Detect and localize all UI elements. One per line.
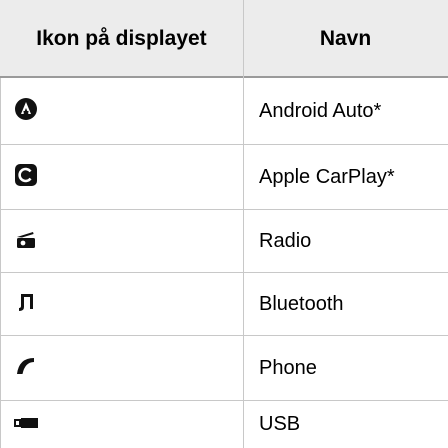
table-row-icon-cell — [0, 273, 243, 335]
apple-carplay-icon — [14, 163, 38, 192]
table-row-name: USB — [259, 413, 301, 435]
android-auto-icon — [14, 97, 38, 126]
header-name-column: Navn — [243, 0, 448, 77]
table-row-name: Android Auto* — [259, 99, 382, 122]
table-row-name: Apple CarPlay* — [259, 165, 395, 188]
header-icon-column: Ikon på displayet — [0, 0, 243, 77]
phone-icon — [14, 354, 38, 383]
table-row-icon-cell — [0, 145, 243, 209]
table-row-icon-cell — [0, 210, 243, 272]
table-row-icon-cell — [0, 336, 243, 400]
table-row-icon-cell — [0, 401, 243, 448]
table-row-name: Bluetooth — [259, 292, 344, 315]
table-row-name: Phone — [259, 356, 317, 379]
icon-table: Ikon på displayet Navn Android Auto* App… — [0, 0, 448, 448]
radio-icon — [14, 227, 38, 256]
bluetooth-music-icon — [14, 290, 38, 319]
table-row-icon-cell — [0, 78, 243, 144]
usb-icon — [14, 416, 38, 434]
table-row-name: Radio — [259, 229, 312, 252]
